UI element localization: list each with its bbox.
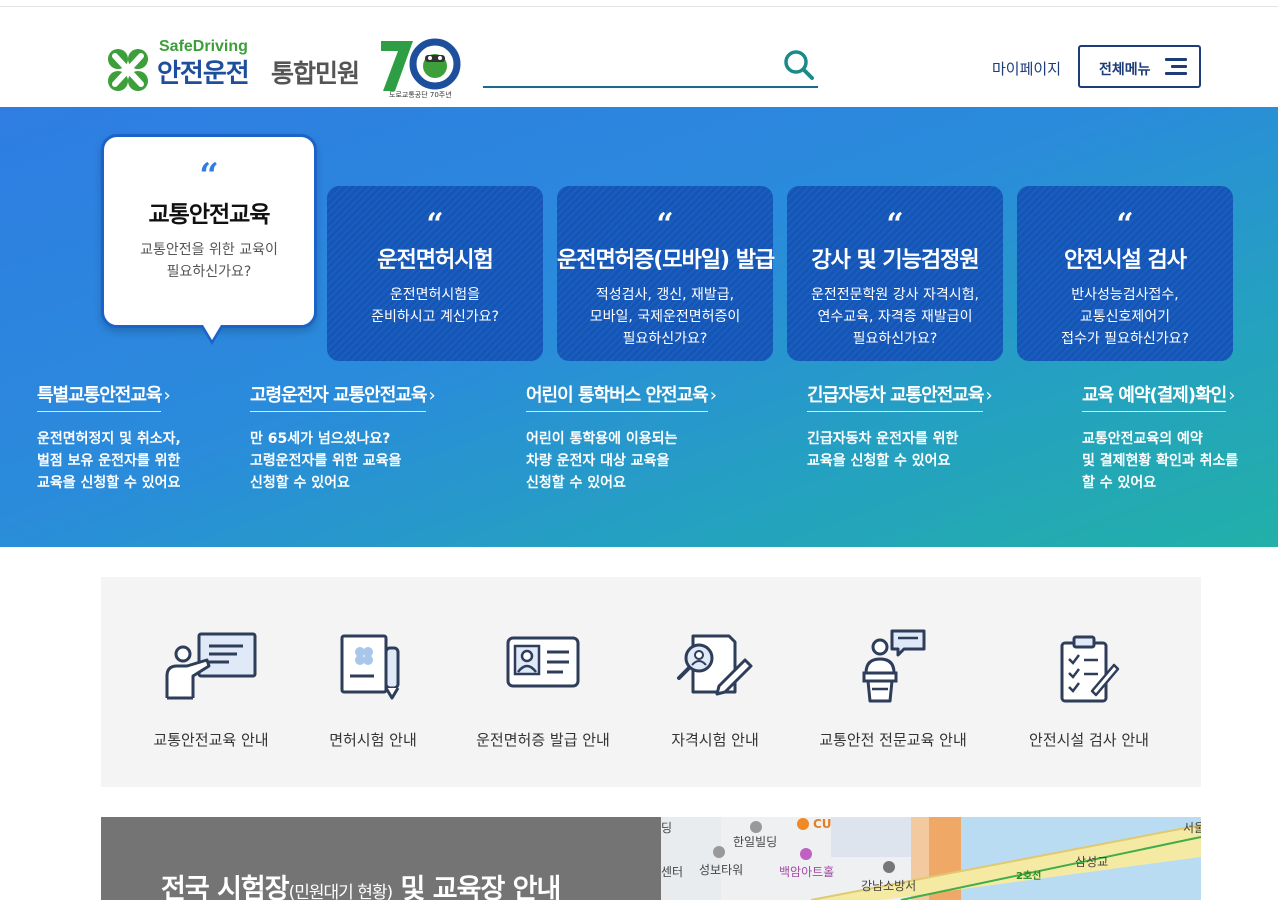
magnifier-document-icon xyxy=(677,634,753,696)
card-license-issuance[interactable]: “ 운전면허증(모바일) 발급 적성검사, 갱신, 재발급, 모바일, 국제운전면… xyxy=(557,186,775,361)
chevron-right-icon: › xyxy=(163,385,171,406)
search-bar xyxy=(483,44,818,88)
quote-icon: “ xyxy=(1116,207,1134,242)
bubble-title: 교통안전교육 xyxy=(148,202,271,228)
card-instructor-examiner[interactable]: “ 강사 및 기능검정원 운전전문학원 강사 자격시험, 연수교육, 자격증 재발… xyxy=(787,186,1003,361)
card-title: 강사 및 기능검정원 xyxy=(811,248,979,273)
link-desc: 운전면허정지 및 취소자, 벌점 보유 운전자를 위한 교육을 신청할 수 있어요 xyxy=(37,431,181,491)
chevron-right-icon: › xyxy=(428,385,436,406)
clipboard-checklist-icon xyxy=(1060,635,1120,703)
anniversary-70-icon xyxy=(381,38,461,91)
guide-label: 안전시설 검사 안내 xyxy=(1029,731,1149,749)
clover-logo-icon xyxy=(108,49,148,91)
bubble-desc: 교통안전을 위한 교육이 필요하신가요? xyxy=(140,242,278,280)
guide-license-exam[interactable]: 면허시험 안내 xyxy=(283,577,463,787)
link-title: 고령운전자 교통안전교육 xyxy=(250,381,427,412)
bubble-traffic-safety-education[interactable]: “ 교통안전교육 교통안전을 위한 교육이 필요하신가요? xyxy=(101,134,317,345)
map-label: CU xyxy=(813,817,832,831)
guide-license-issuance[interactable]: 운전면허증 발급 안내 xyxy=(453,577,633,787)
card-title: 안전시설 검사 xyxy=(1063,248,1187,273)
document-pen-icon xyxy=(340,634,400,700)
link-special-education[interactable]: 특별교통안전교육 › 운전면허정지 및 취소자, 벌점 보유 운전자를 위한 교육을 … xyxy=(37,381,181,494)
map-label: 성보타워 xyxy=(699,863,744,877)
guide-qualification-exam[interactable]: 자격시험 안내 xyxy=(625,577,805,787)
link-desc: 긴급자동차 운전자를 위한 교육을 신청할 수 있어요 xyxy=(807,431,959,469)
card-desc: 적성검사, 갱신, 재발급, 모바일, 국제운전면허증이 필요하신가요? xyxy=(589,287,741,347)
link-desc: 어린이 통학용에 이용되는 차량 운전자 대상 교육을 신청할 수 있어요 xyxy=(526,431,678,491)
anniversary-caption: 도로교통공단 70주년 xyxy=(389,91,452,99)
link-desc: 만 65세가 넘으셨나요? 고령운전자를 위한 교육을 신청할 수 있어요 xyxy=(250,431,402,491)
map-panel[interactable]: 딩 한일빌딩 CU 백암아트홀 강남소방서 센터 성보타워 삼성교 2호선 서울 xyxy=(661,817,1201,900)
all-menu-button[interactable]: 전체메뉴 xyxy=(1078,45,1201,88)
link-title: 교육 예약(결제)확인 xyxy=(1082,381,1227,412)
map-label: 백암아트홀 xyxy=(779,865,835,879)
card-desc: 운전면허시험을 준비하시고 계신가요? xyxy=(371,287,499,325)
card-title: 운전면허시험 xyxy=(377,248,493,273)
search-icon[interactable] xyxy=(782,48,816,82)
guide-label: 면허시험 안내 xyxy=(329,731,417,749)
guide-label: 교통안전교육 안내 xyxy=(153,731,269,749)
chevron-right-icon: › xyxy=(1228,385,1236,406)
link-desc: 교통안전교육의 예약 및 결제현황 확인과 취소를 할 수 있어요 xyxy=(1082,431,1239,491)
quote-icon: “ xyxy=(886,207,904,242)
guide-safety-facility-inspection[interactable]: 안전시설 검사 안내 xyxy=(999,577,1179,787)
quote-icon: “ xyxy=(656,207,674,242)
exam-centers-panel[interactable]: 전국 시험장(민원대기 현황) 및 교육장 안내 xyxy=(101,817,661,905)
link-title: 긴급자동차 교통안전교육 xyxy=(807,381,984,412)
map-label: 센터 xyxy=(661,865,684,879)
map-label: 강남소방서 xyxy=(861,879,917,893)
link-title: 특별교통안전교육 xyxy=(37,381,162,412)
card-driver-license-exam[interactable]: “ 운전면허시험 운전면허시험을 준비하시고 계신가요? xyxy=(327,186,543,361)
chevron-right-icon: › xyxy=(985,385,993,406)
quote-icon: “ xyxy=(199,156,219,196)
map-label: 서울 xyxy=(1183,821,1201,835)
lecturer-podium-icon xyxy=(862,629,926,703)
map-label: 2호선 xyxy=(1016,871,1042,882)
card-desc: 반사성능검사접수, 교통신호제어기 접수가 필요하신가요? xyxy=(1061,287,1189,347)
map-label: 한일빌딩 xyxy=(733,835,778,849)
teacher-board-icon xyxy=(165,632,257,700)
card-safety-facility-inspection[interactable]: “ 안전시설 검사 반사성능검사접수, 교통신호제어기 접수가 필요하신가요? xyxy=(1017,186,1233,361)
guide-label: 자격시험 안내 xyxy=(671,731,759,749)
link-senior-driver-education[interactable]: 고령운전자 교통안전교육 › 만 65세가 넘으셨나요? 고령운전자를 위한 교육을… xyxy=(250,381,436,494)
site-logo[interactable]: SafeDriving 안전운전 통합민원 도로교통공단 70주년 xyxy=(101,37,471,107)
search-input[interactable] xyxy=(483,44,773,84)
exam-centers-title: 전국 시험장(민원대기 현황) 및 교육장 안내 xyxy=(161,874,561,905)
guide-section: 교통안전교육 안내 면허시험 안내 운전면허증 발급 안내 자격시험 안내 교통… xyxy=(101,577,1201,787)
map-roads xyxy=(661,817,1201,900)
logo-title: 안전운전 xyxy=(157,59,250,89)
guide-label: 교통안전 전문교육 안내 xyxy=(819,731,967,749)
guide-label: 운전면허증 발급 안내 xyxy=(476,731,610,749)
top-border xyxy=(0,0,1278,7)
all-menu-label: 전체메뉴 xyxy=(1099,62,1151,78)
id-card-icon xyxy=(506,636,580,688)
link-emergency-vehicle-education[interactable]: 긴급자동차 교통안전교육 › 긴급자동차 운전자를 위한 교육을 신청할 수 있어요 xyxy=(807,381,993,472)
card-desc: 운전전문학원 강사 자격시험, 연수교육, 자격증 재발급이 필요하신가요? xyxy=(811,287,979,347)
chevron-right-icon: › xyxy=(709,385,717,406)
link-reservation-check[interactable]: 교육 예약(결제)확인 › 교통안전교육의 예약 및 결제현황 확인과 취소를 할 수… xyxy=(1082,381,1238,494)
link-title: 어린이 통학버스 안전교육 xyxy=(526,381,709,412)
logo-title-2: 통합민원 xyxy=(271,59,360,88)
bubble-tail xyxy=(203,325,221,340)
site-header: SafeDriving 안전운전 통합민원 도로교통공단 70주년 마이페이지 … xyxy=(0,7,1278,107)
map-label: 딩 xyxy=(661,821,673,835)
guide-traffic-safety-education[interactable]: 교통안전교육 안내 xyxy=(121,577,301,787)
quote-icon: “ xyxy=(426,207,444,242)
map-label: 삼성교 xyxy=(1075,855,1109,869)
card-title: 운전면허증(모바일) 발급 xyxy=(557,248,775,273)
link-school-bus-education[interactable]: 어린이 통학버스 안전교육 › 어린이 통학용에 이용되는 차량 운전자 대상 교육… xyxy=(526,381,717,494)
hamburger-icon xyxy=(1165,58,1187,76)
guide-professional-education[interactable]: 교통안전 전문교육 안내 xyxy=(803,577,983,787)
mypage-link[interactable]: 마이페이지 xyxy=(992,58,1061,79)
